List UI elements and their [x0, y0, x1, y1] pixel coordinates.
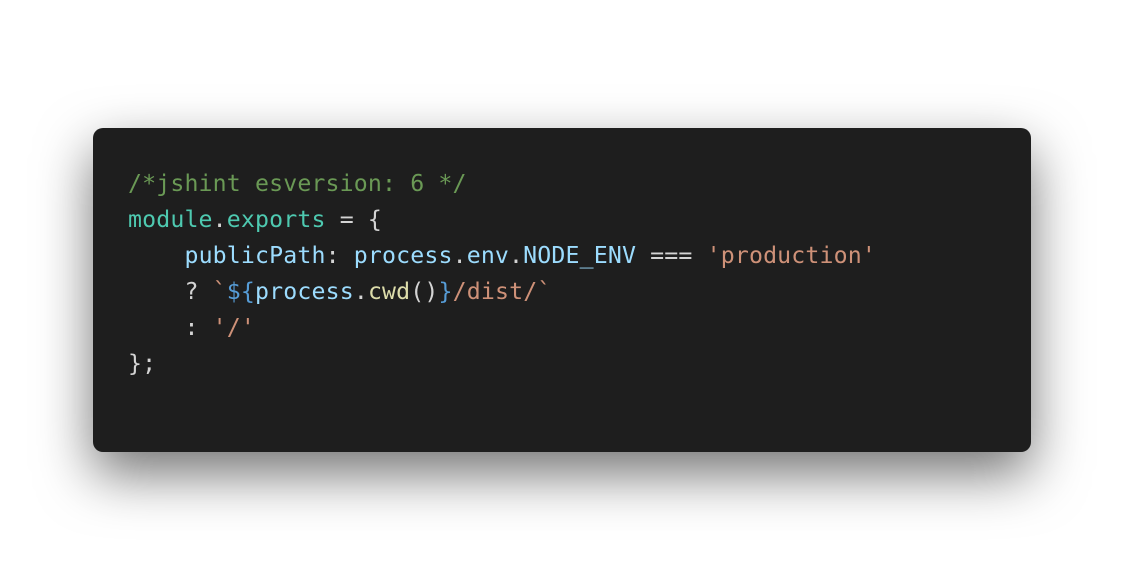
- code-token: ${: [226, 278, 256, 305]
- code-line: };: [128, 346, 1031, 382]
- code-line: /*jshint esversion: 6 */: [128, 166, 1031, 202]
- code-token: :: [325, 242, 354, 269]
- code-token: .: [452, 242, 467, 269]
- code-line: ? `${process.cwd()}/dist/`: [128, 274, 1031, 310]
- code-line: : '/': [128, 310, 1031, 346]
- code-token: = {: [325, 206, 383, 233]
- code-token: publicPath: [184, 242, 326, 269]
- code-token: /*jshint esversion: 6 */: [128, 170, 467, 197]
- code-token: process: [353, 242, 453, 269]
- code-token: (): [410, 278, 439, 305]
- code-token: .: [212, 206, 227, 233]
- screenshot-canvas: /*jshint esversion: 6 */module.exports =…: [0, 0, 1122, 580]
- code-token: '/': [212, 314, 256, 341]
- code-line: publicPath: process.env.NODE_ENV === 'pr…: [128, 238, 1031, 274]
- code-token: env: [466, 242, 510, 269]
- code-token: .: [353, 278, 368, 305]
- code-token: module: [128, 206, 213, 233]
- code-token: ===: [636, 242, 707, 269]
- code-token: .: [509, 242, 524, 269]
- code-token: cwd: [367, 278, 411, 305]
- code-token: `: [212, 278, 227, 305]
- code-token: exports: [226, 206, 326, 233]
- code-token: /dist/`: [452, 278, 552, 305]
- code-token: };: [128, 350, 157, 377]
- code-token: NODE_ENV: [523, 242, 637, 269]
- code-token: :: [128, 314, 213, 341]
- code-token: }: [438, 278, 453, 305]
- code-token: ?: [128, 278, 213, 305]
- code-token: process: [255, 278, 354, 305]
- code-block: /*jshint esversion: 6 */module.exports =…: [128, 166, 1031, 382]
- code-line: module.exports = {: [128, 202, 1031, 238]
- code-token: 'production': [706, 242, 876, 269]
- code-snippet-window: /*jshint esversion: 6 */module.exports =…: [93, 128, 1031, 452]
